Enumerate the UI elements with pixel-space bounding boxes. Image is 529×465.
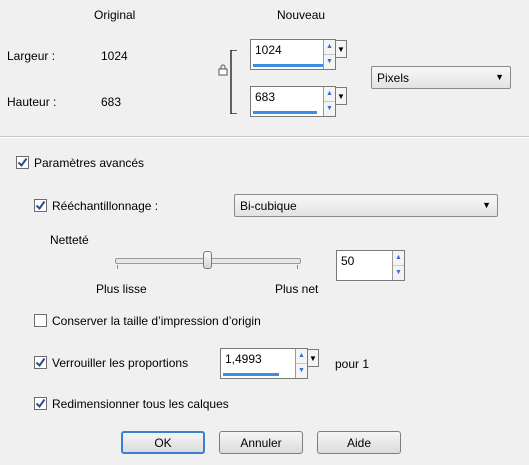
ratio-progress-bar bbox=[223, 373, 279, 376]
separator bbox=[0, 136, 529, 138]
sharpness-min-label: Plus lisse bbox=[96, 282, 147, 296]
keep-print-size-checkbox[interactable] bbox=[34, 314, 47, 327]
height-dropdown-arrow-icon[interactable]: ▼ bbox=[336, 87, 347, 105]
unit-select-value: Pixels bbox=[377, 71, 410, 85]
advanced-label: Paramètres avancés bbox=[34, 156, 145, 170]
lock-ratio-checkbox[interactable] bbox=[34, 356, 47, 369]
sharpness-label: Netteté bbox=[50, 233, 89, 247]
height-value[interactable]: 683 bbox=[255, 90, 275, 104]
lock-bracket bbox=[230, 50, 237, 114]
resample-method-select[interactable]: Bi-cubique ▼ bbox=[234, 194, 498, 217]
width-label: Largeur : bbox=[7, 49, 56, 63]
cancel-button[interactable]: Annuler bbox=[219, 431, 303, 454]
ratio-spinbox[interactable]: 1,4993 ▲ ▼ ▼ bbox=[220, 348, 319, 379]
unit-select-chevron-down-icon: ▼ bbox=[495, 72, 504, 82]
sharpness-spin-arrows[interactable]: ▲ ▼ bbox=[392, 251, 404, 280]
height-original-value: 683 bbox=[101, 95, 122, 109]
lock-icon[interactable] bbox=[218, 64, 228, 76]
slider-tick bbox=[117, 265, 118, 269]
sharpness-slider-thumb[interactable] bbox=[202, 251, 212, 269]
width-down-arrow-icon[interactable]: ▼ bbox=[324, 55, 335, 70]
ratio-up-arrow-icon[interactable]: ▲ bbox=[296, 349, 307, 364]
ratio-value[interactable]: 1,4993 bbox=[225, 352, 262, 366]
height-label: Hauteur : bbox=[7, 95, 57, 109]
height-up-arrow-icon[interactable]: ▲ bbox=[324, 87, 335, 102]
sharpness-max-label: Plus net bbox=[275, 282, 319, 296]
height-spinbox[interactable]: 683 ▲ ▼ ▼ bbox=[250, 86, 347, 117]
check-icon bbox=[35, 200, 46, 211]
width-dropdown-arrow-icon[interactable]: ▼ bbox=[336, 40, 347, 58]
resample-chevron-down-icon: ▼ bbox=[482, 200, 491, 210]
width-progress-bar bbox=[253, 64, 323, 67]
resample-method-value: Bi-cubique bbox=[240, 199, 297, 213]
check-icon bbox=[35, 398, 46, 409]
sharpness-spinbox[interactable]: 50 ▲ ▼ bbox=[336, 250, 405, 281]
sharpness-down-arrow-icon[interactable]: ▼ bbox=[393, 266, 404, 281]
keep-print-size-label: Conserver la taille d’impression d’origi… bbox=[52, 314, 261, 328]
ratio-suffix: pour 1 bbox=[335, 357, 370, 371]
advanced-checkbox[interactable] bbox=[16, 156, 29, 169]
ratio-dropdown-arrow-icon[interactable]: ▼ bbox=[308, 349, 319, 367]
check-icon bbox=[17, 157, 28, 168]
check-icon bbox=[35, 357, 46, 368]
height-progress-bar bbox=[253, 111, 317, 114]
height-down-arrow-icon[interactable]: ▼ bbox=[324, 102, 335, 117]
height-spin-arrows[interactable]: ▲ ▼ bbox=[323, 87, 335, 116]
column-header-nouveau: Nouveau bbox=[277, 8, 326, 22]
resize-layers-label: Redimensionner tous les calques bbox=[52, 397, 229, 411]
lock-ratio-label: Verrouiller les proportions bbox=[52, 356, 189, 370]
width-spin-arrows[interactable]: ▲ ▼ bbox=[323, 40, 335, 69]
sharpness-up-arrow-icon[interactable]: ▲ bbox=[393, 251, 404, 266]
width-up-arrow-icon[interactable]: ▲ bbox=[324, 40, 335, 55]
help-button[interactable]: Aide bbox=[317, 431, 401, 454]
width-original-value: 1024 bbox=[101, 49, 128, 63]
resample-label: Rééchantillonnage : bbox=[52, 199, 159, 213]
ok-button[interactable]: OK bbox=[121, 431, 205, 454]
slider-tick bbox=[297, 265, 298, 269]
width-spinbox[interactable]: 1024 ▲ ▼ ▼ bbox=[250, 39, 347, 70]
resize-layers-checkbox[interactable] bbox=[34, 397, 47, 410]
ratio-spin-arrows[interactable]: ▲ ▼ bbox=[295, 349, 307, 378]
sharpness-value[interactable]: 50 bbox=[341, 254, 354, 268]
unit-select[interactable]: Pixels ▼ bbox=[371, 66, 511, 89]
column-header-original: Original bbox=[94, 8, 136, 22]
ratio-down-arrow-icon[interactable]: ▼ bbox=[296, 364, 307, 379]
width-value[interactable]: 1024 bbox=[255, 43, 282, 57]
resample-checkbox[interactable] bbox=[34, 199, 47, 212]
